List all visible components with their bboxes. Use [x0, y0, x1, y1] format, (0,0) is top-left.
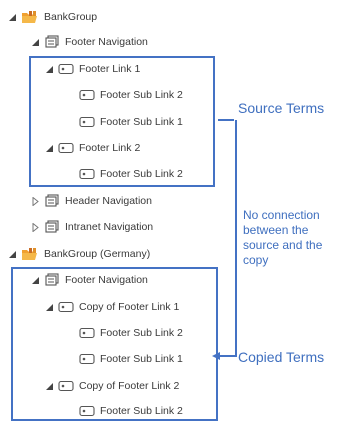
termset-icon	[44, 194, 60, 208]
termset-folder-icon	[21, 247, 39, 261]
tree-node-bankgroup[interactable]: BankGroup	[8, 6, 97, 28]
termset-icon	[44, 35, 60, 49]
tree-node-intranet-navigation[interactable]: Intranet Navigation	[31, 216, 153, 238]
source-terms-label: Source Terms	[238, 100, 325, 116]
collapsed-arrow-icon[interactable]	[31, 222, 40, 232]
tree-node-bankgroup-germany[interactable]: BankGroup (Germany)	[8, 243, 150, 265]
tree-node-header-navigation[interactable]: Header Navigation	[31, 190, 152, 212]
termset-icon	[44, 220, 60, 234]
copied-terms-label: Copied Terms	[238, 349, 325, 365]
expanded-arrow-icon[interactable]	[8, 13, 17, 22]
source-terms-box	[29, 56, 215, 187]
tree-node-label: BankGroup	[44, 11, 98, 23]
tree-node-label: Header Navigation	[65, 195, 152, 207]
copied-terms-box	[11, 267, 218, 421]
tree-node-label: BankGroup (Germany)	[44, 248, 151, 260]
tree-node-label: Footer Navigation	[65, 36, 148, 48]
tree-node-label: Intranet Navigation	[65, 221, 154, 233]
termset-folder-icon	[21, 10, 39, 24]
collapsed-arrow-icon[interactable]	[31, 196, 40, 206]
no-connection-note: No connection between the source and the…	[243, 208, 323, 267]
tree-node-footer-navigation[interactable]: Footer Navigation	[31, 31, 148, 53]
expanded-arrow-icon[interactable]	[8, 250, 17, 259]
expanded-arrow-icon[interactable]	[31, 38, 40, 47]
